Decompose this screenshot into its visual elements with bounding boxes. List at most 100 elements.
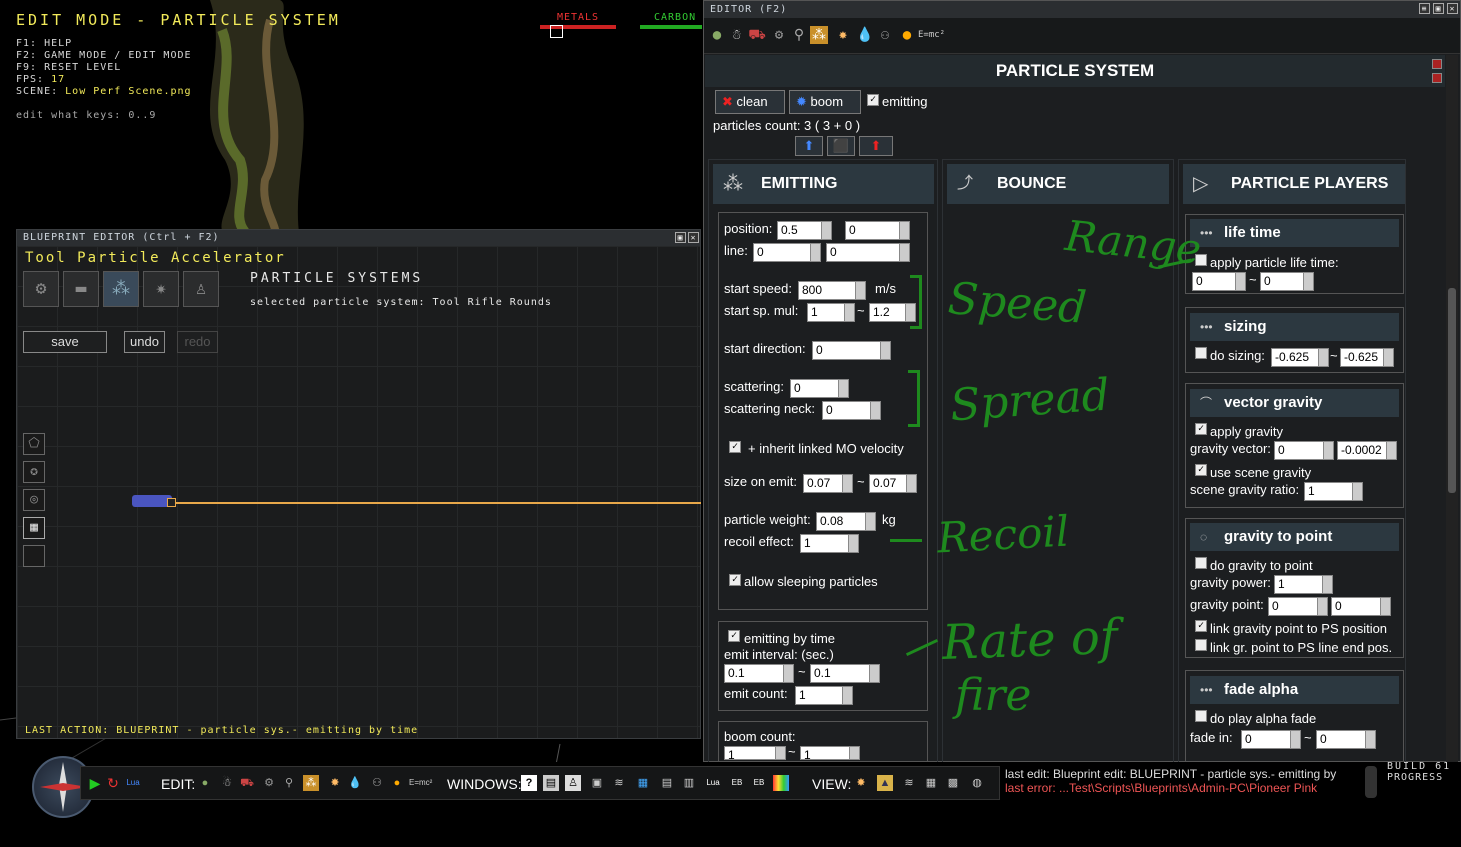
explosion-view-icon[interactable]: ✸ bbox=[853, 775, 869, 791]
sun-icon[interactable]: ● bbox=[389, 775, 405, 791]
restore-icon[interactable]: ▣ bbox=[1433, 3, 1444, 14]
gear-icon[interactable]: ⚙ bbox=[770, 26, 788, 44]
upload-icon[interactable]: ⬆ bbox=[795, 136, 823, 156]
wind-view-icon[interactable]: ≋ bbox=[901, 775, 917, 791]
side-red-button-2[interactable] bbox=[1432, 73, 1442, 83]
list-icon[interactable]: ≡ bbox=[1419, 3, 1430, 14]
sizing-min-field[interactable]: -0.625 bbox=[1271, 348, 1329, 367]
grid-view-icon[interactable]: ▦ bbox=[923, 775, 939, 791]
scattering-field[interactable]: 0 bbox=[790, 379, 849, 398]
apply-gravity-checkbox[interactable]: ✓ bbox=[1195, 423, 1207, 435]
link-line-checkbox[interactable] bbox=[1195, 639, 1207, 651]
target-tool-icon[interactable]: ◎ bbox=[23, 489, 45, 511]
tool-icon[interactable]: ⚲ bbox=[281, 775, 297, 791]
life-time-header[interactable]: ••• life time bbox=[1190, 219, 1399, 247]
reset-icon[interactable]: ↻ bbox=[105, 775, 121, 791]
bounce-section-header[interactable]: ⤴ BOUNCE bbox=[947, 164, 1169, 204]
pentagon-tool-icon[interactable]: ⬠ bbox=[23, 433, 45, 455]
sun-icon[interactable]: ● bbox=[898, 26, 916, 44]
vector-gravity-header[interactable]: ⌒ vector gravity bbox=[1190, 389, 1399, 417]
emitter-handle[interactable] bbox=[167, 498, 176, 507]
fade-in-min-field[interactable]: 0 bbox=[1241, 730, 1301, 749]
do-gravity-point-checkbox[interactable] bbox=[1195, 557, 1207, 569]
stack-icon[interactable]: ▥ bbox=[681, 775, 697, 791]
gun-thumbnail[interactable]: ▬ bbox=[63, 271, 99, 307]
size-min-field[interactable]: 0.07 bbox=[803, 474, 853, 493]
clean-button[interactable]: ✖ clean bbox=[715, 90, 785, 114]
line-y-field[interactable]: 0 bbox=[826, 243, 910, 262]
window-icon[interactable]: ▤ bbox=[543, 775, 559, 791]
rifle-sprite-icon[interactable] bbox=[132, 495, 172, 507]
life-min-field[interactable]: 0 bbox=[1192, 272, 1246, 291]
gravity-power-field[interactable]: 1 bbox=[1274, 575, 1333, 594]
emitting-checkbox[interactable]: ✓ bbox=[867, 94, 879, 106]
fade-alpha-header[interactable]: ••• fade alpha bbox=[1190, 676, 1399, 704]
sizing-header[interactable]: ••• sizing bbox=[1190, 313, 1399, 341]
gravity-vector-x-field[interactable]: 0 bbox=[1274, 441, 1334, 460]
do-sizing-checkbox[interactable] bbox=[1195, 347, 1207, 359]
play-icon[interactable]: ▶ bbox=[87, 775, 103, 791]
explosion-icon[interactable]: ✸ bbox=[327, 775, 343, 791]
position-x-field[interactable]: 0.5 bbox=[777, 221, 832, 240]
actor-icon[interactable]: ☃ bbox=[219, 775, 235, 791]
inherit-velocity-checkbox[interactable]: ✓ bbox=[729, 441, 741, 453]
position-y-field[interactable]: 0 bbox=[845, 221, 910, 240]
gravity-vector-y-field[interactable]: -0.0002 bbox=[1337, 441, 1397, 460]
side-red-button[interactable] bbox=[1432, 59, 1442, 69]
size-max-field[interactable]: 0.07 bbox=[869, 474, 917, 493]
actor-icon[interactable]: ☃ bbox=[728, 26, 746, 44]
empty-tool[interactable] bbox=[23, 545, 45, 567]
boom-button[interactable]: ✹ boom bbox=[789, 90, 861, 114]
monitor-icon[interactable]: ▣ bbox=[589, 775, 605, 791]
export-icon[interactable]: ⬆ bbox=[859, 136, 893, 156]
planet-icon[interactable]: ● bbox=[708, 26, 726, 44]
emit-count-field[interactable]: 1 bbox=[795, 686, 853, 705]
particle-weight-field[interactable]: 0.08 bbox=[816, 512, 876, 531]
close-icon[interactable]: ✕ bbox=[688, 232, 699, 243]
close-icon[interactable]: ✕ bbox=[1447, 3, 1458, 14]
emitting-by-time-checkbox[interactable]: ✓ bbox=[728, 630, 740, 642]
grid-fine-view-icon[interactable]: ▩ bbox=[945, 775, 961, 791]
emitting-section-header[interactable]: ⁂ EMITTING bbox=[713, 164, 934, 204]
palette-icon[interactable] bbox=[773, 775, 789, 791]
boom-min-field[interactable]: 1 bbox=[724, 746, 786, 760]
gear-icon[interactable]: ⚙ bbox=[261, 775, 277, 791]
particles-thumbnail[interactable]: ⁂ bbox=[103, 271, 139, 307]
formula-icon[interactable]: E=mc² bbox=[409, 775, 432, 791]
grid-tool-icon[interactable]: ▦ bbox=[23, 517, 45, 539]
start-sp-mul-max-field[interactable]: 1.2 bbox=[869, 303, 916, 322]
life-max-field[interactable]: 0 bbox=[1260, 272, 1314, 291]
editor-scrollbar[interactable] bbox=[1446, 55, 1458, 763]
particles-icon[interactable]: ⁂ bbox=[303, 775, 319, 791]
figure-thumbnail[interactable]: ♙ bbox=[183, 271, 219, 307]
people-icon[interactable]: ⚇ bbox=[876, 26, 894, 44]
metals-marker[interactable] bbox=[550, 25, 563, 38]
scattering-neck-field[interactable]: 0 bbox=[822, 401, 881, 420]
use-scene-gravity-checkbox[interactable]: ✓ bbox=[1195, 464, 1207, 476]
log-scrollbar[interactable] bbox=[1365, 766, 1377, 798]
tool-icon[interactable]: ⚲ bbox=[790, 26, 808, 44]
line-x-field[interactable]: 0 bbox=[753, 243, 821, 262]
people-icon[interactable]: ⚇ bbox=[369, 775, 385, 791]
list-window-icon[interactable]: ▤ bbox=[659, 775, 675, 791]
vehicle-icon[interactable]: ⛟ bbox=[239, 775, 255, 791]
start-speed-field[interactable]: 800 bbox=[798, 281, 866, 300]
allow-sleeping-checkbox[interactable]: ✓ bbox=[729, 574, 741, 586]
undo-button[interactable]: undo bbox=[124, 331, 165, 353]
planet-icon[interactable]: ● bbox=[197, 775, 213, 791]
spark-thumbnail[interactable]: ✷ bbox=[143, 271, 179, 307]
vehicle-icon[interactable]: ⛟ bbox=[748, 26, 766, 44]
redo-button[interactable]: redo bbox=[177, 331, 218, 353]
start-direction-field[interactable]: 0 bbox=[812, 341, 891, 360]
link-ps-checkbox[interactable]: ✓ bbox=[1195, 620, 1207, 632]
start-sp-mul-min-field[interactable]: 1 bbox=[807, 303, 855, 322]
globe-view-icon[interactable]: ◍ bbox=[969, 775, 985, 791]
record-icon[interactable]: ⬛ bbox=[827, 136, 855, 156]
gear-thumbnail[interactable]: ⚙ bbox=[23, 271, 59, 307]
fade-in-max-field[interactable]: 0 bbox=[1316, 730, 1376, 749]
star-tool-icon[interactable]: ✪ bbox=[23, 461, 45, 483]
gravity-point-header[interactable]: ◌ gravity to point bbox=[1190, 523, 1399, 551]
editor-titlebar[interactable]: EDITOR (F2) ≡ ▣ ✕ bbox=[704, 1, 1460, 18]
water-icon[interactable]: 💧 bbox=[347, 775, 363, 791]
interval-min-field[interactable]: 0.1 bbox=[724, 664, 794, 683]
